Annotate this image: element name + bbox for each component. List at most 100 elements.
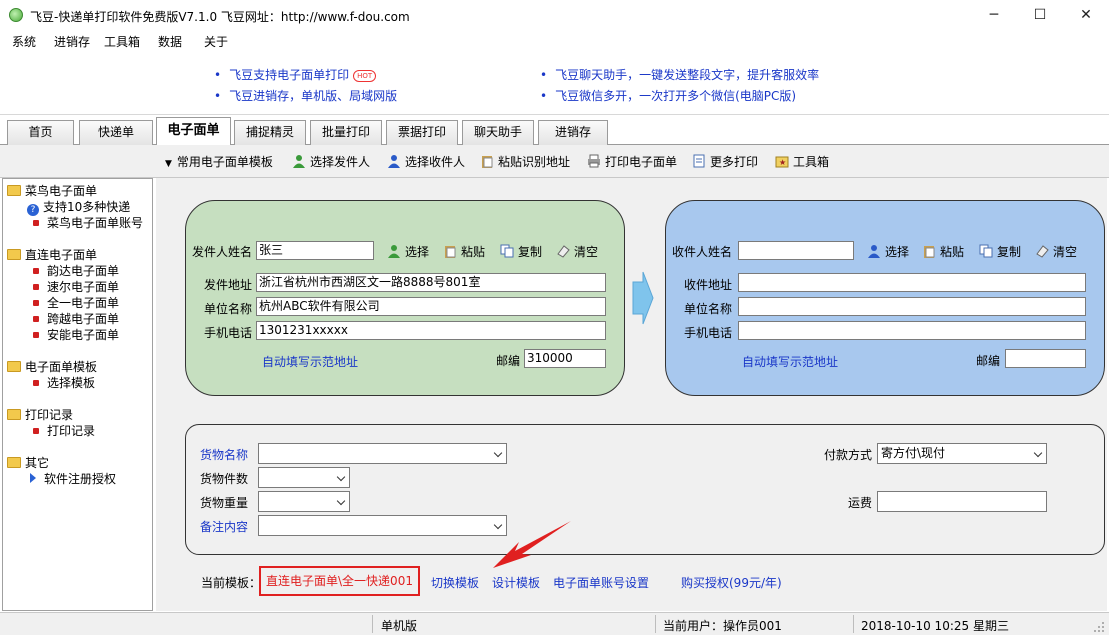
goods-name-label[interactable]: 货物名称 <box>200 446 248 463</box>
payment-select[interactable]: 寄方付\现付 <box>877 443 1047 464</box>
remark-select[interactable] <box>258 515 507 536</box>
menu-bar: 系统 进销存 工具箱 数据 关于 <box>0 31 1109 51</box>
select-receiver-button[interactable]: 选择收件人 <box>387 153 465 170</box>
news-item[interactable]: • 飞豆进销存，单机版、局域网版 <box>214 87 397 104</box>
bullet-icon <box>33 428 39 434</box>
receiver-zip-label: 邮编 <box>976 354 1001 368</box>
status-user: 当前用户：操作员001 <box>663 619 782 633</box>
tab-inventory[interactable]: 进销存 <box>538 120 608 145</box>
status-datetime: 2018-10-10 10:25 星期三 <box>861 619 1009 633</box>
tab-capture[interactable]: 捕捉精灵 <box>234 120 306 145</box>
news-banner: • 飞豆支持电子面单打印 HOT • 飞豆进销存，单机版、局域网版 • 飞豆聊天助手，一… <box>0 51 1109 115</box>
bullet-icon <box>33 220 39 226</box>
receiver-zip-input[interactable] <box>1005 349 1086 368</box>
tree-item-license[interactable]: 软件注册授权 <box>25 470 116 487</box>
sender-card: 发件人姓名 张三 选择 粘贴 复制 清空 发件地址 浙江省杭州市西湖区文一路88… <box>185 200 625 396</box>
resize-grip-icon[interactable] <box>1093 621 1105 633</box>
sender-zip-input[interactable]: 310000 <box>524 349 606 368</box>
tab-e-waybill[interactable]: 电子面单 <box>156 117 231 146</box>
toolbox-button[interactable]: ★ 工具箱 <box>775 153 829 170</box>
tree-item-cainiao-account[interactable]: 菜鸟电子面单账号 <box>29 214 143 231</box>
receiver-phone-label: 手机电话 <box>684 326 733 340</box>
goods-weight-select[interactable] <box>258 491 350 512</box>
news-item[interactable]: • 飞豆聊天助手，一键发送整段文字，提升客服效率 <box>540 66 819 83</box>
tree-item-select-template[interactable]: 选择模板 <box>29 374 95 391</box>
goods-count-select[interactable] <box>258 467 350 488</box>
receiver-phone-input[interactable] <box>738 321 1086 340</box>
tree-group-other[interactable]: 其它 <box>7 454 49 471</box>
sender-clear-button[interactable]: 清空 <box>556 243 598 260</box>
goods-name-select[interactable] <box>258 443 507 464</box>
bullet-icon <box>33 284 39 290</box>
tab-receipt-print[interactable]: 票据打印 <box>386 120 458 145</box>
goods-card: 货物名称 货物件数 货物重量 备注内容 付款方式 寄方付\现付 运费 <box>185 424 1105 555</box>
folder-icon <box>7 249 21 260</box>
tree-item-quanyi[interactable]: 全一电子面单 <box>29 294 119 311</box>
menu-data[interactable]: 数据 <box>158 33 182 50</box>
tab-batch-print[interactable]: 批量打印 <box>310 120 382 145</box>
receiver-autofill-link[interactable]: 自动填写示范地址 <box>742 353 838 370</box>
news-item[interactable]: • 飞豆微信多开，一次打开多个微信(电脑PC版) <box>540 87 796 104</box>
sender-autofill-link[interactable]: 自动填写示范地址 <box>262 353 358 370</box>
tree-group-templates[interactable]: 电子面单模板 <box>7 358 97 375</box>
sender-address-input[interactable]: 浙江省杭州市西湖区文一路8888号801室 <box>256 273 606 292</box>
sender-select-button[interactable]: 选择 <box>387 243 429 260</box>
sender-name-input[interactable]: 张三 <box>256 241 374 260</box>
template-dropdown-button[interactable]: ▼ 常用电子面单模板 <box>165 153 273 170</box>
tree-item-suer[interactable]: 速尔电子面单 <box>29 278 119 295</box>
sender-paste-button[interactable]: 粘贴 <box>443 243 485 260</box>
tree-group-print-records[interactable]: 打印记录 <box>7 406 73 423</box>
title-bar: 飞豆-快递单打印软件免费版V7.1.0 飞豆网址：http://www.f-do… <box>0 0 1109 31</box>
switch-template-link[interactable]: 切换模板 <box>431 574 479 591</box>
sender-name-label: 发件人姓名 <box>192 245 253 259</box>
sender-phone-input[interactable]: 1301231xxxxx <box>256 321 606 340</box>
receiver-address-input[interactable] <box>738 273 1086 292</box>
buy-license-link[interactable]: 购买授权(99元/年) <box>681 574 782 591</box>
bullet-icon <box>33 300 39 306</box>
bullet-icon <box>33 268 39 274</box>
tree-group-direct[interactable]: 直连电子面单 <box>7 246 97 263</box>
person-icon <box>387 154 401 168</box>
tree-group-cainiao[interactable]: 菜鸟电子面单 <box>7 182 97 199</box>
tab-express-bill[interactable]: 快递单 <box>79 120 153 145</box>
receiver-copy-button[interactable]: 复制 <box>979 243 1021 260</box>
design-template-link[interactable]: 设计模板 <box>492 574 540 591</box>
print-waybill-button[interactable]: 打印电子面单 <box>587 153 677 170</box>
menu-system[interactable]: 系统 <box>12 33 36 50</box>
tree-item-kuayue[interactable]: 跨越电子面单 <box>29 310 119 327</box>
sender-company-input[interactable]: 杭州ABC软件有限公司 <box>256 297 606 316</box>
tree-item-yunda[interactable]: 韵达电子面单 <box>29 262 119 279</box>
receiver-name-input[interactable] <box>738 241 854 260</box>
freight-label: 运费 <box>848 496 873 510</box>
close-button[interactable]: ✕ <box>1063 0 1109 31</box>
menu-toolbox[interactable]: 工具箱 <box>104 33 140 50</box>
tree-item-anneng[interactable]: 安能电子面单 <box>29 326 119 343</box>
tab-home[interactable]: 首页 <box>7 120 74 145</box>
waybill-account-settings-link[interactable]: 电子面单账号设置 <box>553 574 649 591</box>
sidebar-tree: 菜鸟电子面单 ? 支持10多种快递 菜鸟电子面单账号 直连电子面单 韵达电子面单 … <box>2 178 153 611</box>
freight-input[interactable] <box>877 491 1047 512</box>
news-item[interactable]: • 飞豆支持电子面单打印 HOT <box>214 66 377 83</box>
menu-about[interactable]: 关于 <box>204 33 228 50</box>
receiver-paste-button[interactable]: 粘贴 <box>922 243 964 260</box>
sender-copy-button[interactable]: 复制 <box>500 243 542 260</box>
paste-recognize-button[interactable]: 粘贴识别地址 <box>480 153 570 170</box>
tree-item-print-records[interactable]: 打印记录 <box>29 422 95 439</box>
bullet-icon <box>33 332 39 338</box>
folder-icon <box>7 185 21 196</box>
receiver-select-button[interactable]: 选择 <box>867 243 909 260</box>
more-print-button[interactable]: 更多打印 <box>692 153 758 170</box>
toolbar: ▼ 常用电子面单模板 选择发件人 选择收件人 粘贴识别地址 打印电子面单 更多打印… <box>0 145 1109 178</box>
svg-text:★: ★ <box>779 158 786 167</box>
clipboard-icon <box>922 244 936 258</box>
dropdown-arrow-icon: ▼ <box>165 159 172 169</box>
remark-label[interactable]: 备注内容 <box>200 518 248 535</box>
maximize-button[interactable]: ☐ <box>1017 0 1063 31</box>
receiver-company-input[interactable] <box>738 297 1086 316</box>
menu-inventory[interactable]: 进销存 <box>54 33 90 50</box>
minimize-button[interactable]: ─ <box>971 0 1017 31</box>
receiver-clear-button[interactable]: 清空 <box>1035 243 1077 260</box>
folder-icon <box>7 361 21 372</box>
select-sender-button[interactable]: 选择发件人 <box>292 153 370 170</box>
tab-chat-assistant[interactable]: 聊天助手 <box>462 120 534 145</box>
